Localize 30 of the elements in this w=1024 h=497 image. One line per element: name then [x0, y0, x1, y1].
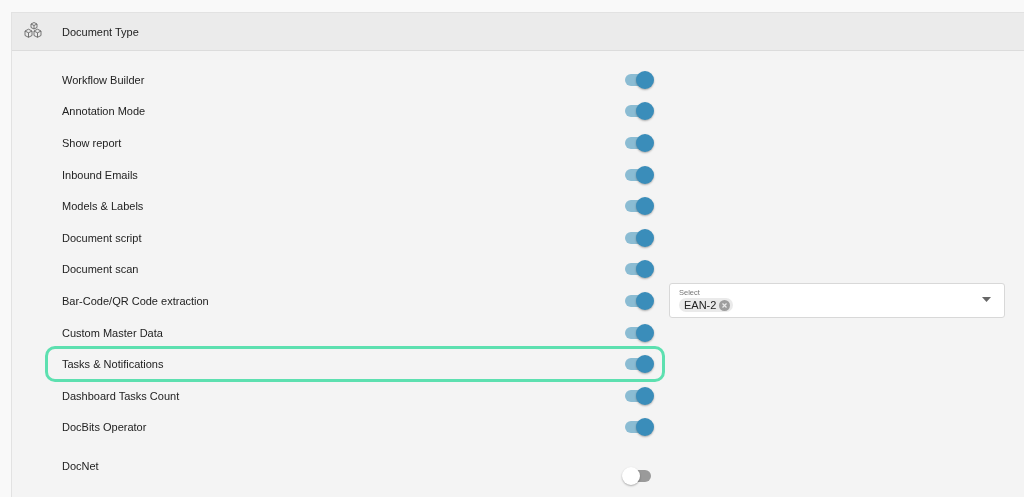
toggle-switch[interactable]: [625, 358, 651, 371]
toggle-switch[interactable]: [625, 389, 651, 402]
toggle-switch[interactable]: [625, 200, 651, 213]
toggle-switch[interactable]: [625, 263, 651, 276]
toggle-switch[interactable]: [625, 231, 651, 244]
toggle-switch[interactable]: [625, 421, 651, 434]
select-chip[interactable]: EAN-2: [679, 298, 734, 313]
toggle-switch[interactable]: [625, 168, 651, 181]
toggle-switch[interactable]: [625, 105, 651, 118]
setting-label: Custom Master Data: [62, 326, 164, 339]
setting-label: Dashboard Tasks Count: [62, 389, 181, 402]
setting-label: Tasks & Notifications: [62, 358, 165, 371]
toggle-switch[interactable]: [625, 326, 651, 339]
setting-label: DocBits Operator: [62, 421, 148, 434]
remove-icon[interactable]: [719, 299, 731, 311]
dropdown-caret-icon[interactable]: [982, 297, 991, 303]
section-title: Document Type: [62, 25, 139, 38]
toggle-switch[interactable]: [625, 470, 651, 483]
setting-label: DocNet: [62, 460, 100, 473]
toggle-switch[interactable]: [625, 137, 651, 149]
setting-label: Show report: [62, 137, 123, 149]
setting-label: Workflow Builder: [62, 73, 146, 86]
setting-label: Document scan: [62, 263, 140, 276]
setting-label: Annotation Mode: [62, 105, 147, 118]
setting-label: Models & Labels: [62, 200, 145, 213]
setting-label: Inbound Emails: [62, 168, 139, 181]
setting-label: Document script: [62, 231, 143, 244]
toggle-switch[interactable]: [625, 294, 651, 307]
toggle-switch[interactable]: [625, 73, 651, 86]
setting-label: Bar-Code/QR Code extraction: [62, 294, 210, 307]
